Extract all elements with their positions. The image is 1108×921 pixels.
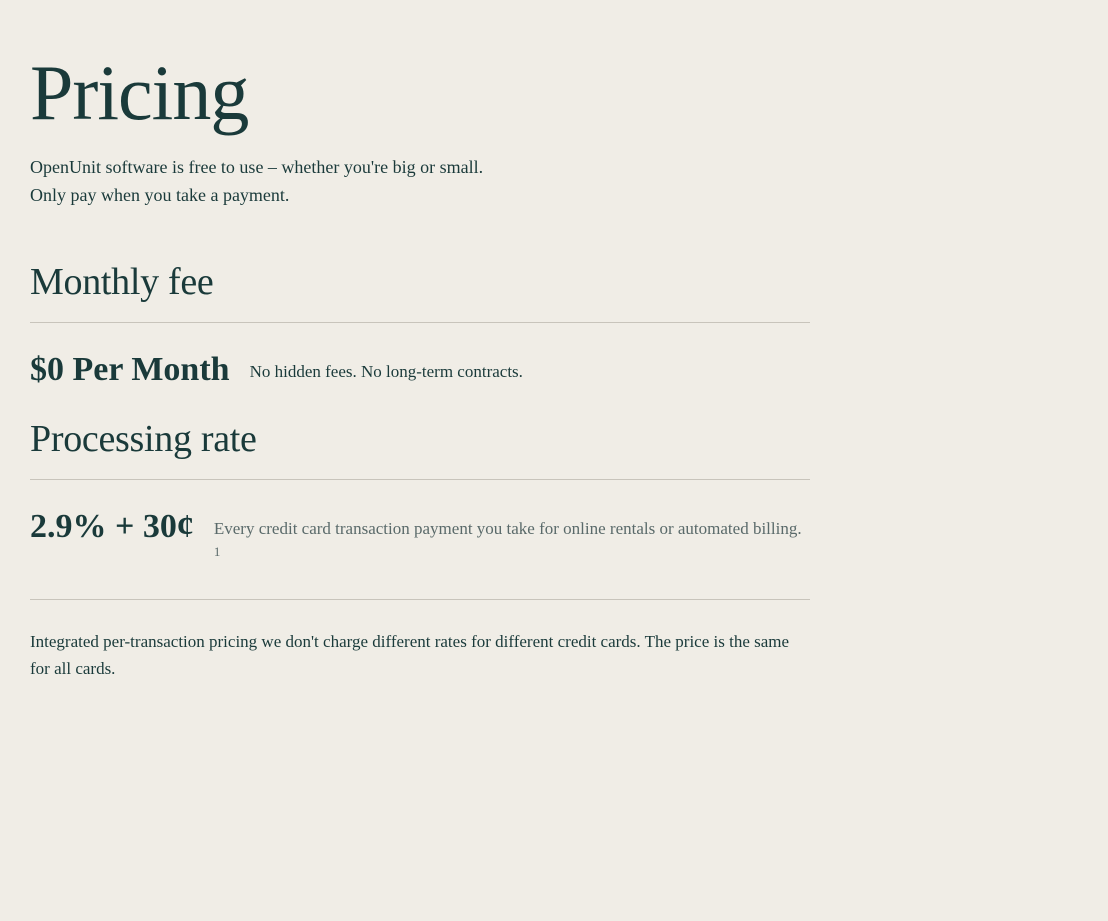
processing-rate-description: Every credit card transaction payment yo… (214, 508, 810, 571)
page-subtitle: OpenUnit software is free to use – wheth… (30, 154, 810, 210)
processing-rate-amount: 2.9% + 30¢ (30, 508, 194, 546)
monthly-fee-row: $0 Per Month No hidden fees. No long-ter… (30, 351, 810, 389)
footnote-marker: 1 (214, 544, 221, 559)
processing-rate-section: Processing rate 2.9% + 30¢ Every credit … (30, 417, 810, 571)
page-title: Pricing (30, 50, 810, 136)
footer-note: Integrated per-transaction pricing we do… (30, 599, 810, 682)
monthly-fee-amount: $0 Per Month (30, 351, 230, 389)
monthly-fee-divider (30, 322, 810, 323)
page-container: Pricing OpenUnit software is free to use… (30, 40, 810, 692)
processing-rate-row: 2.9% + 30¢ Every credit card transaction… (30, 508, 810, 571)
processing-rate-heading: Processing rate (30, 417, 810, 461)
monthly-fee-heading: Monthly fee (30, 260, 810, 304)
monthly-fee-section: Monthly fee $0 Per Month No hidden fees.… (30, 260, 810, 389)
monthly-fee-description: No hidden fees. No long-term contracts. (250, 351, 523, 385)
processing-rate-divider (30, 479, 810, 480)
